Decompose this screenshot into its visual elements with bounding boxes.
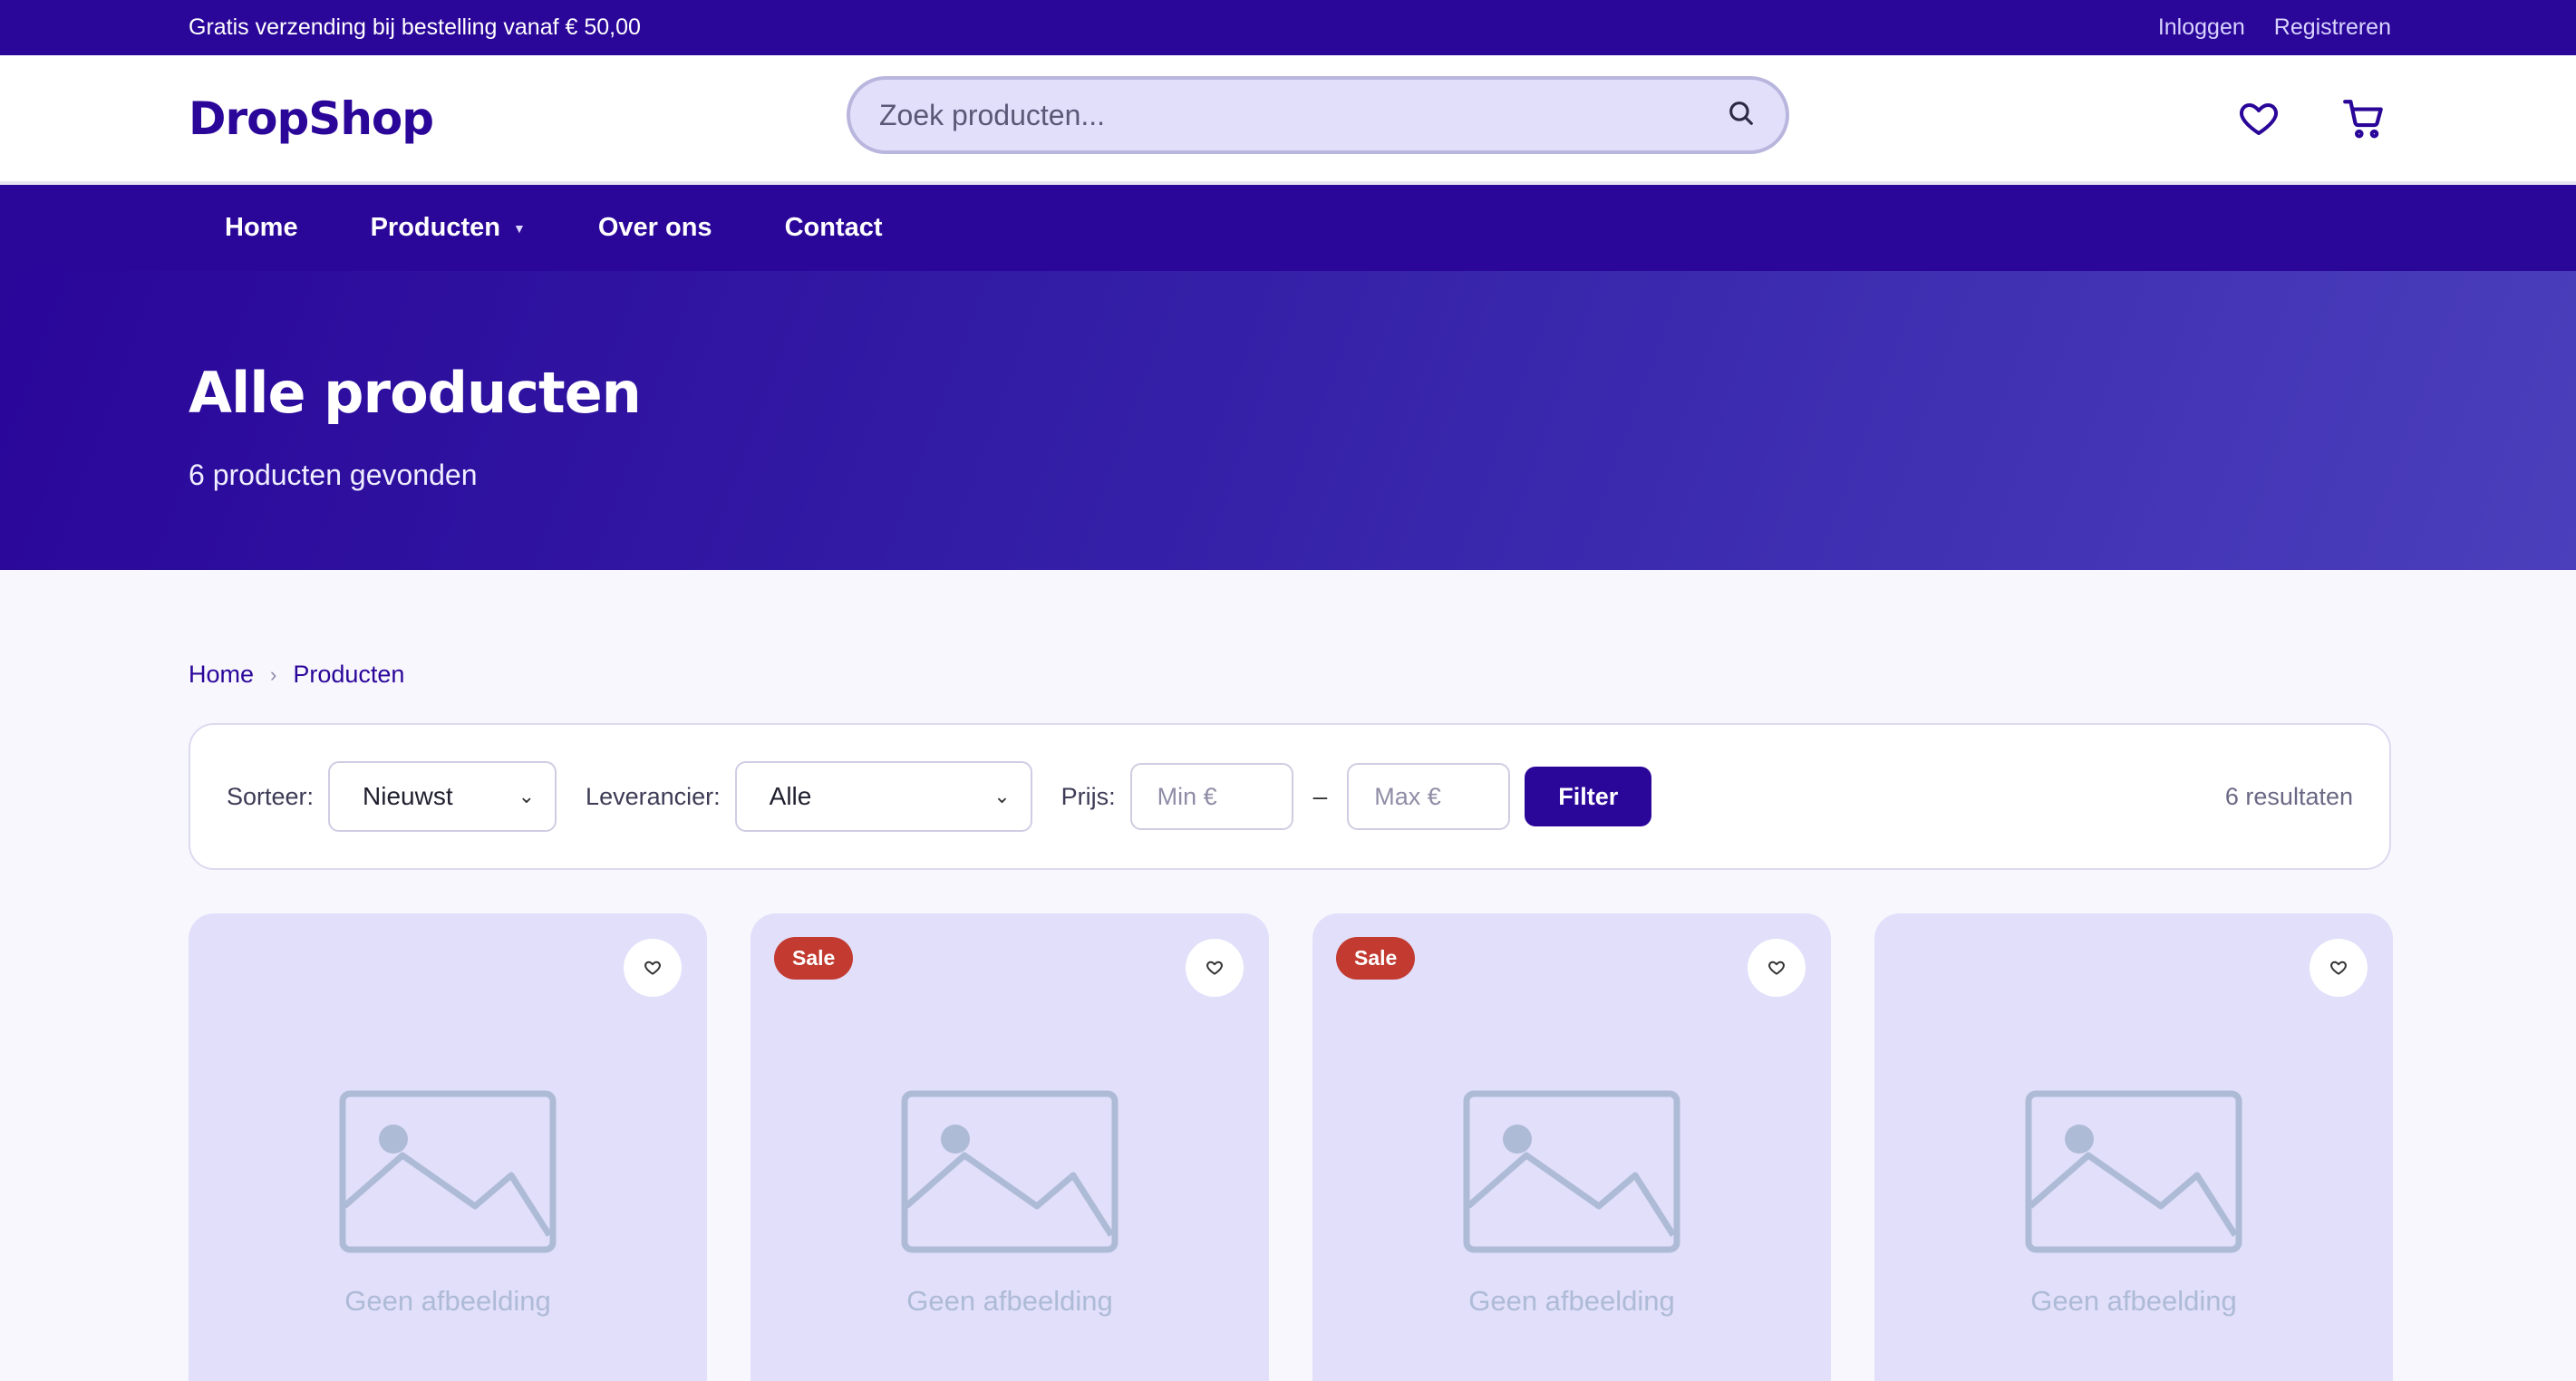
product-card[interactable]: Geen afbeelding <box>189 913 707 1381</box>
breadcrumb: Home › Producten <box>189 661 2391 689</box>
filter-bar: Sorteer: Nieuwst ⌄ Leverancier: Alle ⌄ P… <box>189 723 2391 870</box>
caret-down-icon: ▼ <box>512 220 526 236</box>
sale-badge: Sale <box>774 937 854 980</box>
image-caption: Geen afbeelding <box>2030 1285 2237 1317</box>
page-hero: Alle producten 6 producten gevonden <box>0 271 2576 570</box>
supplier-select[interactable]: Alle ⌄ <box>734 761 1032 832</box>
image-icon <box>1463 1090 1680 1253</box>
price-label: Prijs: <box>1060 782 1116 810</box>
product-card[interactable]: Geen afbeelding <box>1874 913 2393 1381</box>
header-actions <box>2232 92 2391 146</box>
wishlist-heart-icon[interactable] <box>624 939 682 997</box>
wishlist-heart-icon[interactable] <box>1186 939 1244 997</box>
chevron-right-icon: › <box>270 662 277 686</box>
image-caption: Geen afbeelding <box>1468 1285 1675 1317</box>
nav-products[interactable]: Producten ▼ <box>334 213 562 243</box>
account-links: Inloggen Registreren <box>2158 14 2391 41</box>
search-icon[interactable] <box>1726 98 1757 133</box>
product-grid: Geen afbeelding Sale Geen afbeelding Sal… <box>189 913 2393 1381</box>
image-placeholder: Geen afbeelding <box>339 1090 557 1318</box>
supplier-label: Leverancier: <box>586 782 721 810</box>
sort-label: Sorteer: <box>227 782 315 810</box>
cart-icon[interactable] <box>2337 92 2391 146</box>
chevron-down-icon: ⌄ <box>993 785 1011 807</box>
sale-badge: Sale <box>1336 937 1416 980</box>
shipping-promo: Gratis verzending bij bestelling vanaf €… <box>189 14 641 40</box>
image-icon <box>2025 1090 2242 1253</box>
sort-value: Nieuwst <box>363 782 453 810</box>
search-input[interactable] <box>879 98 1726 132</box>
nav-contact-label: Contact <box>784 213 883 242</box>
breadcrumb-current: Producten <box>293 661 405 688</box>
image-placeholder: Geen afbeelding <box>2025 1090 2242 1318</box>
nav-products-label: Producten <box>370 213 500 242</box>
nav-about[interactable]: Over ons <box>562 213 749 243</box>
chevron-down-icon: ⌄ <box>518 785 536 807</box>
logo[interactable]: DropShop <box>189 92 434 145</box>
breadcrumb-home[interactable]: Home <box>189 661 254 689</box>
top-bar: Gratis verzending bij bestelling vanaf €… <box>0 0 2576 55</box>
image-icon <box>339 1090 557 1253</box>
main-content: Home › Producten Sorteer: Nieuwst ⌄ Leve… <box>189 661 2393 1381</box>
image-caption: Geen afbeelding <box>344 1285 551 1317</box>
price-separator: – <box>1312 782 1328 810</box>
supplier-value: Alle <box>769 782 812 810</box>
min-price-input[interactable] <box>1129 763 1293 830</box>
product-card[interactable]: Sale Geen afbeelding <box>1312 913 1831 1381</box>
page-title: Alle producten <box>189 360 642 426</box>
product-count: 6 producten gevonden <box>189 459 478 491</box>
sort-select[interactable]: Nieuwst ⌄ <box>328 761 557 832</box>
wishlist-heart-icon[interactable] <box>1748 939 1806 997</box>
site-header: DropShop <box>0 55 2576 185</box>
image-icon <box>901 1090 1119 1253</box>
login-link[interactable]: Inloggen <box>2158 14 2245 41</box>
heart-icon[interactable] <box>2232 92 2286 146</box>
register-link[interactable]: Registreren <box>2274 14 2391 41</box>
nav-home[interactable]: Home <box>189 213 334 243</box>
nav-contact[interactable]: Contact <box>749 213 919 243</box>
nav-about-label: Over ons <box>597 213 712 242</box>
search-bar <box>847 76 1789 154</box>
max-price-input[interactable] <box>1347 763 1511 830</box>
image-caption: Geen afbeelding <box>906 1285 1113 1317</box>
results-count: 6 resultaten <box>2224 782 2353 810</box>
main-nav: Home Producten ▼ Over ons Contact <box>0 185 2576 271</box>
filter-button[interactable]: Filter <box>1525 767 1652 826</box>
nav-home-label: Home <box>225 213 298 242</box>
wishlist-heart-icon[interactable] <box>2310 939 2368 997</box>
image-placeholder: Geen afbeelding <box>1463 1090 1680 1318</box>
product-card[interactable]: Sale Geen afbeelding <box>751 913 1269 1381</box>
image-placeholder: Geen afbeelding <box>901 1090 1119 1318</box>
